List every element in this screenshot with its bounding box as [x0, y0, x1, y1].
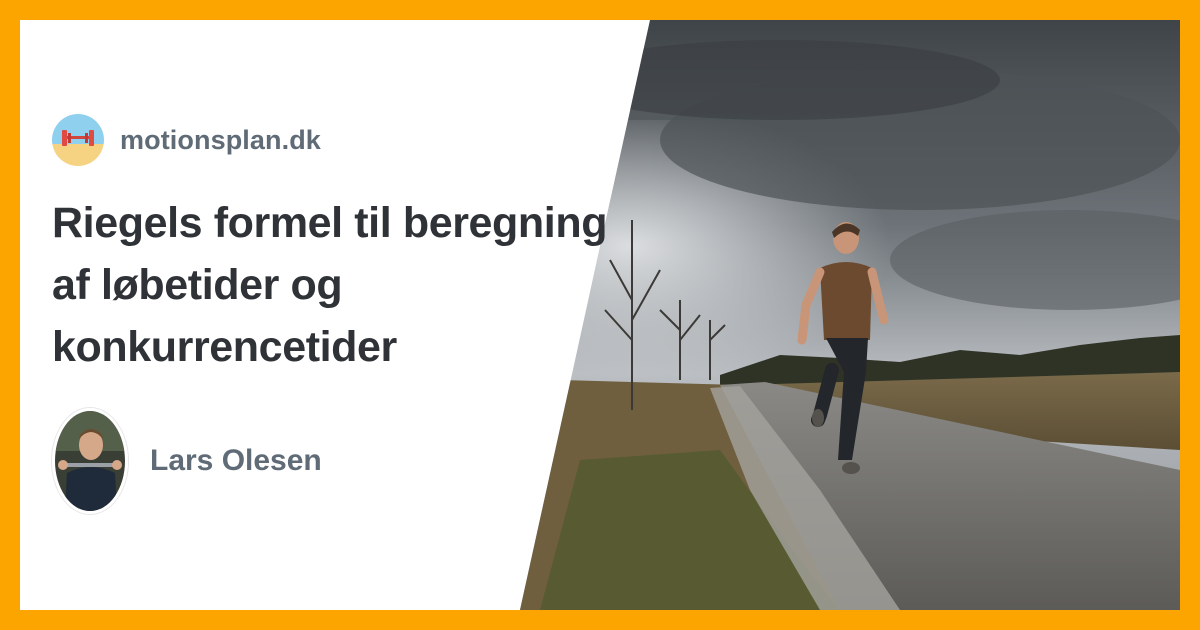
site-header: motionsplan.dk [52, 114, 321, 166]
author-byline: Lars Olesen [52, 408, 322, 514]
author-name[interactable]: Lars Olesen [150, 444, 322, 478]
site-name[interactable]: motionsplan.dk [120, 125, 321, 156]
share-card: motionsplan.dk Riegels formel til beregn… [20, 20, 1180, 610]
barbell-beach-logo-icon [52, 114, 104, 166]
page-title: Riegels formel til beregning af løbetide… [52, 199, 608, 371]
author-photo [52, 408, 128, 514]
